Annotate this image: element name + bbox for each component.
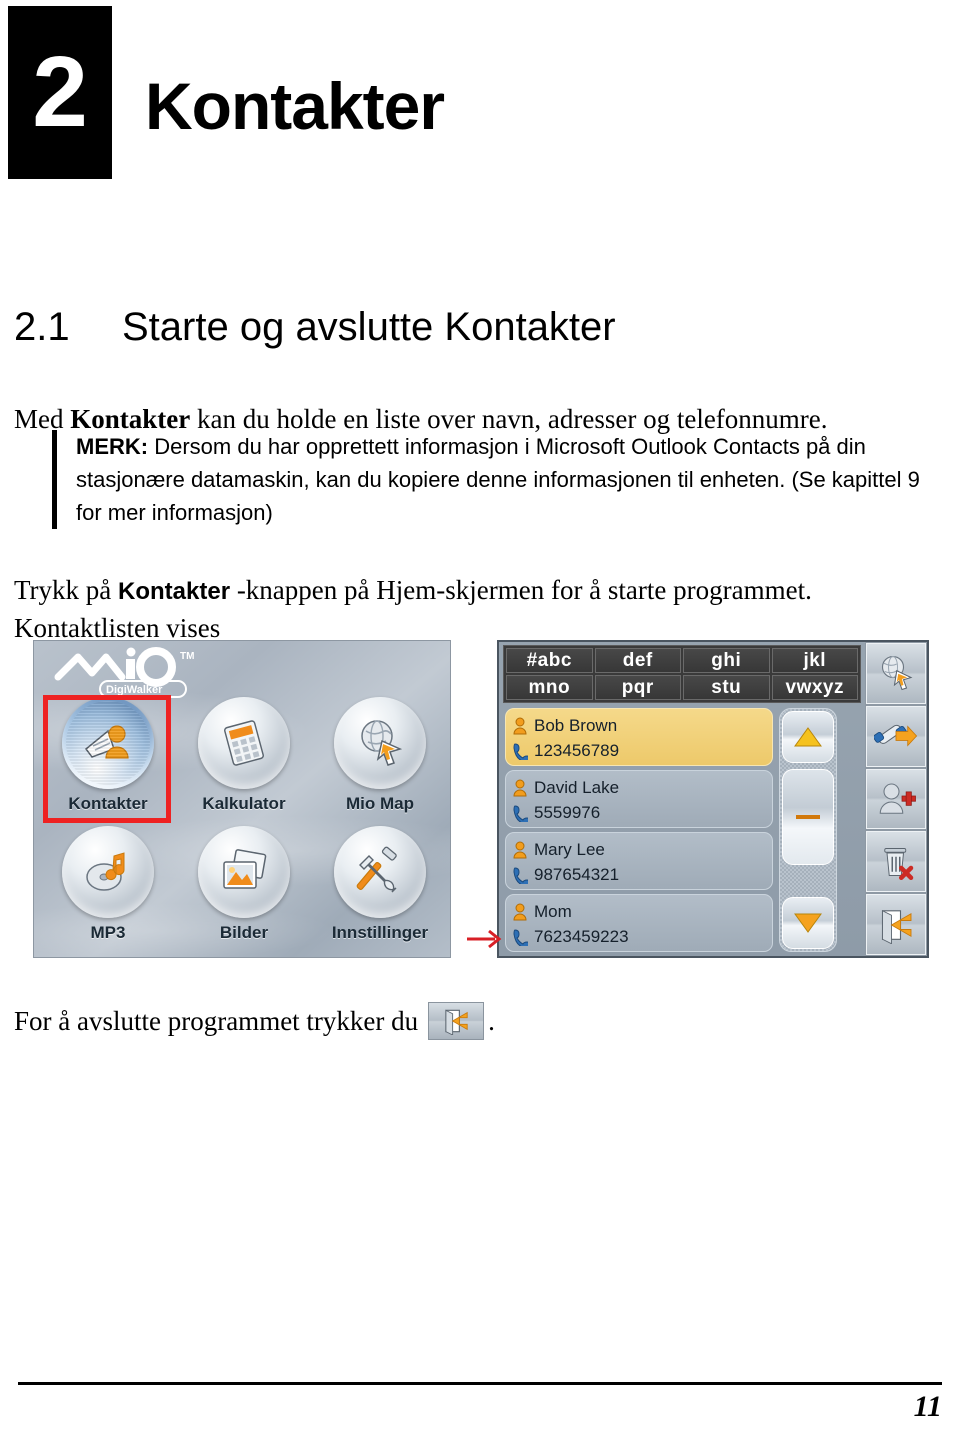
scroll-up-arrow-icon[interactable] — [782, 711, 834, 763]
tools-icon[interactable] — [334, 826, 426, 918]
scroll-down-arrow-icon[interactable] — [782, 897, 834, 949]
contacts-screen-panel: #abc def ghi jkl mno pqr stu vwxyz Bob B… — [497, 640, 929, 958]
pictures-icon[interactable] — [198, 826, 290, 918]
page-number: 11 — [913, 1390, 942, 1423]
delete-contact-button[interactable] — [866, 831, 926, 893]
note-text: Dersom du har opprettett informasjon i M… — [76, 434, 920, 525]
table-row[interactable]: Mary Lee 987654321 — [505, 832, 773, 890]
call-phone-icon — [874, 725, 918, 747]
table-row[interactable]: Mom 7623459223 — [505, 894, 773, 952]
section-number: 2.1 — [14, 305, 70, 349]
contacts-main-area: #abc def ghi jkl mno pqr stu vwxyz Bob B… — [499, 642, 865, 956]
phone-icon — [513, 742, 528, 760]
app-item-kalkulator[interactable]: Kalkulator — [176, 693, 312, 822]
contact-phone-line: 123456789 — [512, 738, 766, 763]
navigate-globe-icon — [881, 656, 913, 691]
add-contact-icon — [879, 783, 916, 814]
map-globe-icon[interactable] — [334, 697, 426, 789]
instruction-text-before: Trykk på — [14, 575, 119, 605]
list-scrollbar[interactable] — [779, 708, 837, 952]
contact-name: David Lake — [534, 777, 620, 797]
contact-phone: 987654321 — [534, 864, 620, 884]
alpha-key-stu[interactable]: stu — [683, 675, 770, 700]
alphabet-keypad: #abc def ghi jkl mno pqr stu vwxyz — [503, 645, 861, 703]
contact-phone-line: 5559976 — [512, 800, 766, 825]
person-icon — [513, 903, 527, 920]
person-icon — [513, 717, 527, 734]
exit-instruction-line: For å avslutte programmet trykker du . — [14, 1002, 495, 1040]
table-row[interactable]: Bob Brown 123456789 — [505, 708, 773, 766]
alpha-key-pqr[interactable]: pqr — [594, 675, 681, 700]
figure-device-screenshots: TM DigiWalker Kontakter Kalkulator Mio M… — [33, 640, 929, 960]
mio-digiwalker-logo: TM DigiWalker — [52, 647, 232, 701]
contact-phone: 5559976 — [534, 802, 601, 822]
app-item-mp3[interactable]: MP3 — [40, 822, 176, 951]
note-label: MERK: — [76, 434, 149, 459]
alpha-key-jkl[interactable]: jkl — [771, 648, 858, 673]
app-label-bilder: Bilder — [219, 923, 269, 942]
section-title: Starte og avslutte Kontakter — [122, 305, 616, 349]
app-item-mio-map[interactable]: Mio Map — [312, 693, 448, 822]
section-heading: 2.1 Starte og avslutte Kontakter — [14, 305, 914, 350]
app-label-kalkulator: Kalkulator — [202, 794, 286, 813]
contact-phone-line: 7623459223 — [512, 924, 766, 949]
alpha-key-abc[interactable]: #abc — [506, 648, 593, 673]
back-button-inline[interactable] — [428, 1002, 485, 1040]
alpha-key-ghi[interactable]: ghi — [683, 648, 770, 673]
contacts-list: Bob Brown 123456789 David Lake 5559976 M… — [505, 708, 773, 952]
contact-name-line: Mom — [512, 899, 766, 924]
contact-name-line: Mary Lee — [512, 837, 766, 862]
app-item-innstillinger[interactable]: Innstillinger — [312, 822, 448, 951]
contact-name: Bob Brown — [534, 715, 618, 735]
exit-period: . — [488, 1005, 495, 1036]
table-row[interactable]: David Lake 5559976 — [505, 770, 773, 828]
svg-text:TM: TM — [180, 651, 194, 662]
navigate-button[interactable] — [866, 643, 926, 704]
scroll-thumb-dash-icon[interactable] — [782, 769, 834, 865]
contacts-icon[interactable] — [62, 697, 154, 789]
call-button[interactable] — [866, 705, 926, 767]
phone-icon — [513, 866, 528, 884]
alpha-key-def[interactable]: def — [594, 648, 681, 673]
exit-instruction-text: For å avslutte programmet trykker du — [14, 1005, 419, 1036]
delete-trash-icon — [884, 847, 914, 880]
home-screen-panel: TM DigiWalker Kontakter Kalkulator Mio M… — [33, 640, 451, 958]
contact-name-line: Bob Brown — [512, 713, 766, 738]
note-block: MERK: Dersom du har opprettett informasj… — [52, 430, 951, 529]
app-label-innstillinger: Innstillinger — [331, 923, 429, 942]
contacts-toolbar — [865, 642, 927, 956]
back-button[interactable] — [866, 894, 926, 955]
chapter-title: Kontakter — [145, 69, 445, 143]
app-item-kontakter[interactable]: Kontakter — [40, 693, 176, 822]
chapter-number-badge: 2 — [8, 6, 112, 179]
app-label-mio-map: Mio Map — [346, 794, 414, 813]
contact-name: Mary Lee — [534, 839, 605, 859]
contact-name-line: David Lake — [512, 775, 766, 800]
app-icon-grid: Kontakter Kalkulator Mio Map MP3 Bilder … — [40, 693, 448, 951]
contact-name: Mom — [534, 901, 572, 921]
footer-divider — [18, 1382, 942, 1385]
person-icon — [513, 841, 527, 858]
right-arrow-icon — [465, 926, 505, 952]
music-disc-icon[interactable] — [62, 826, 154, 918]
app-label-mp3: MP3 — [90, 923, 126, 942]
chapter-header: 2 Kontakter — [8, 6, 608, 181]
instruction-text-bold: Kontakter — [118, 578, 231, 605]
alpha-key-vwxyz[interactable]: vwxyz — [771, 675, 858, 700]
alpha-key-mno[interactable]: mno — [506, 675, 593, 700]
person-icon — [513, 779, 527, 796]
contact-phone: 123456789 — [534, 740, 620, 760]
phone-icon — [513, 804, 528, 822]
back-arrow-icon — [881, 909, 912, 944]
phone-icon — [513, 928, 528, 946]
contact-phone-line: 987654321 — [512, 862, 766, 887]
app-item-bilder[interactable]: Bilder — [176, 822, 312, 951]
contact-phone: 7623459223 — [534, 926, 629, 946]
back-arrow-icon — [445, 1009, 468, 1035]
instruction-paragraph: Trykk på Kontakter -knappen på Hjem-skje… — [14, 572, 929, 646]
calculator-icon[interactable] — [198, 697, 290, 789]
app-label-kontakter: Kontakter — [68, 794, 148, 813]
add-contact-button[interactable] — [866, 768, 926, 830]
svg-text:DigiWalker: DigiWalker — [106, 684, 163, 696]
